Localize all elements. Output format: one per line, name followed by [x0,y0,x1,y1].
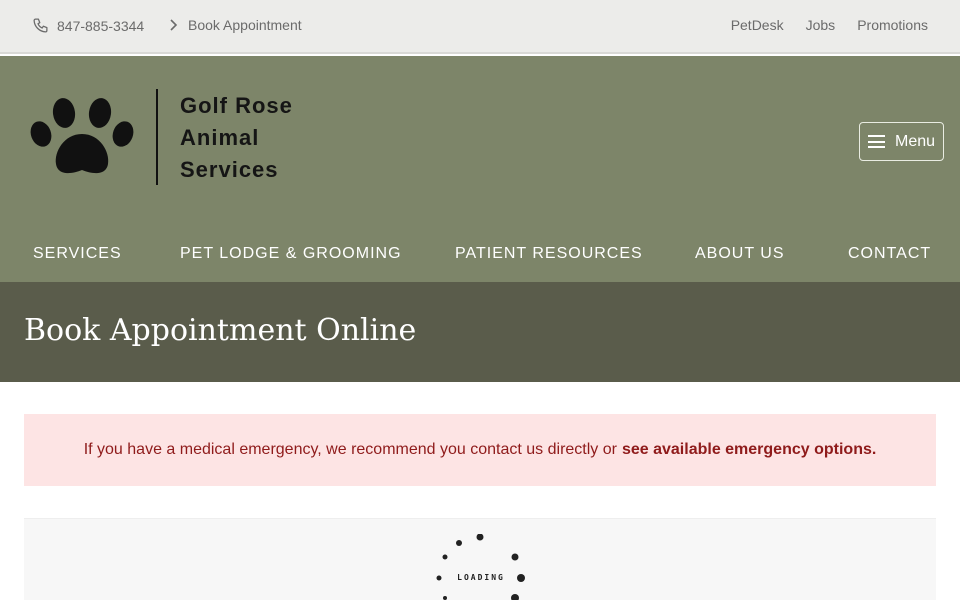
logo-line: Services [180,157,279,182]
phone-icon [33,18,48,33]
loading-label: LOADING [457,573,505,582]
paw-print-icon[interactable] [30,96,134,178]
nav-about-us[interactable]: ABOUT US [695,245,785,263]
emergency-options-link[interactable]: see available emergency options. [622,441,876,459]
emergency-alert: If you have a medical emergency, we reco… [24,414,936,486]
nav-patient-resources[interactable]: PATIENT RESOURCES [455,245,643,263]
logo-line: Golf Rose [180,93,293,118]
top-utility-bar: 847-885-3344 Book Appointment PetDesk Jo… [0,0,960,54]
nav-contact[interactable]: CONTACT [848,245,931,263]
nav-pet-lodge-grooming[interactable]: PET LODGE & GROOMING [180,245,402,263]
logo-wordmark[interactable]: Golf Rose Animal Services [180,90,293,186]
page-title: Book Appointment Online [24,313,417,348]
chevron-right-icon [170,19,178,31]
page-title-band: Book Appointment Online [0,282,960,382]
logo-line: Animal [180,125,260,150]
book-appointment-link[interactable]: Book Appointment [168,17,302,33]
loading-spinner-icon [436,534,525,600]
nav-services[interactable]: SERVICES [33,245,122,263]
menu-label: Menu [894,132,936,150]
menu-button[interactable]: Menu [859,122,944,161]
main-navigation: SERVICES PET LODGE & GROOMING PATIENT RE… [0,245,960,267]
alert-text: If you have a medical emergency, we reco… [83,441,617,458]
phone-number: 847-885-3344 [57,17,145,34]
petdesk-link[interactable]: PetDesk [731,17,784,33]
logo-divider [156,89,158,185]
utility-links: PetDesk Jobs Promotions [731,17,928,33]
phone-link[interactable]: 847-885-3344 [32,17,144,34]
book-appointment-label: Book Appointment [188,17,302,33]
jobs-link[interactable]: Jobs [806,17,836,33]
promotions-link[interactable]: Promotions [857,17,928,33]
hamburger-icon [867,135,885,148]
